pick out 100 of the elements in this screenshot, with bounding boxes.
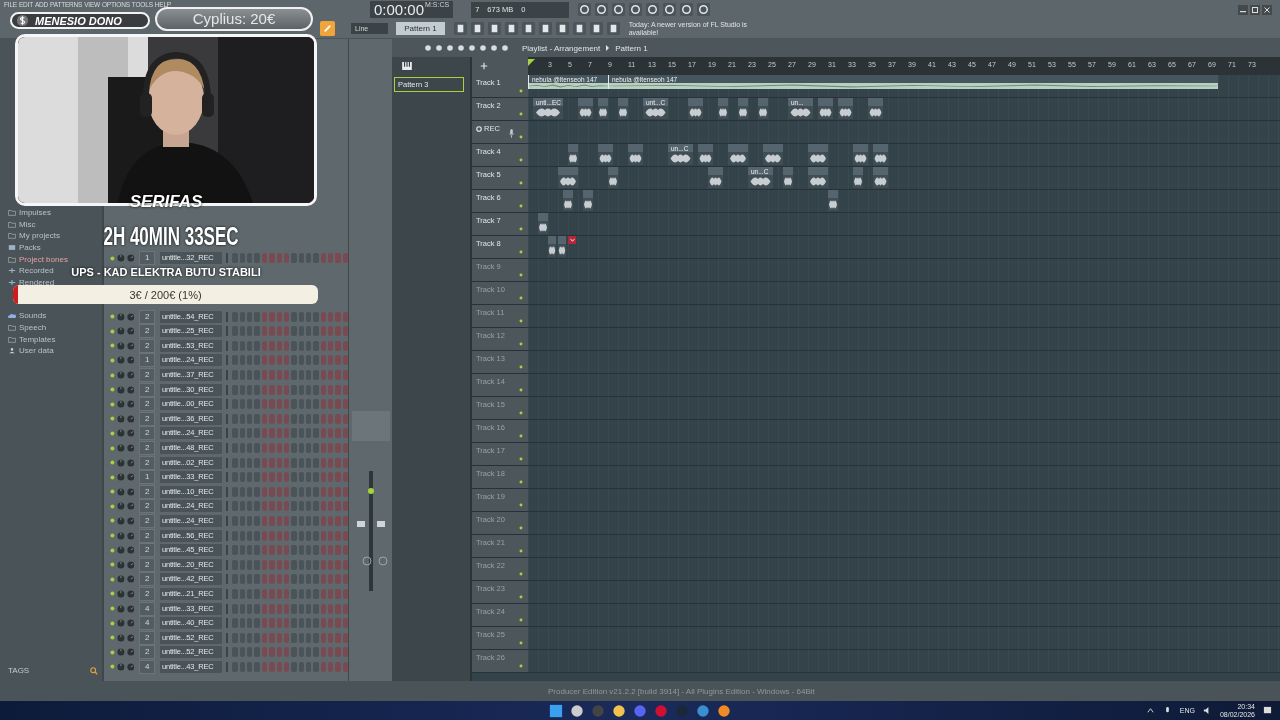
volume-knob[interactable]: [126, 400, 135, 409]
mixer-track-number[interactable]: 1: [139, 251, 156, 266]
track-led[interactable]: [519, 158, 523, 162]
pan-knob[interactable]: [116, 546, 125, 555]
channel-led[interactable]: [110, 445, 115, 451]
audio-clip[interactable]: [563, 190, 573, 211]
pan-knob[interactable]: [116, 356, 125, 365]
browser-item[interactable]: Speech: [19, 323, 47, 333]
channel-led[interactable]: [110, 664, 115, 670]
mixer-track-number[interactable]: 2: [139, 455, 156, 470]
audio-clip[interactable]: [808, 144, 828, 165]
channel-led[interactable]: [110, 401, 115, 407]
channel-led[interactable]: [110, 649, 115, 655]
track-led[interactable]: [519, 388, 523, 392]
browser-item[interactable]: Impulses: [19, 208, 51, 218]
volume-knob[interactable]: [126, 414, 135, 423]
volume-knob[interactable]: [126, 531, 135, 540]
channel-led[interactable]: [110, 357, 115, 363]
channel-led[interactable]: [110, 606, 115, 612]
mixer-track-number[interactable]: 2: [139, 309, 156, 324]
volume-knob[interactable]: [126, 371, 135, 380]
audio-clip[interactable]: [618, 98, 628, 119]
pan-knob[interactable]: [116, 371, 125, 380]
volume-knob[interactable]: [126, 487, 135, 496]
browser-item[interactable]: Misc: [19, 219, 36, 229]
pan-knob[interactable]: [116, 254, 125, 263]
pan-knob[interactable]: [116, 560, 125, 569]
pan-knob[interactable]: [116, 662, 125, 671]
volume-knob[interactable]: [126, 619, 135, 628]
audio-clip[interactable]: [853, 167, 863, 188]
browser-item[interactable]: Rendered: [19, 277, 55, 287]
volume-knob[interactable]: [126, 560, 135, 569]
track-led[interactable]: [519, 181, 523, 185]
tags-label[interactable]: TAGS: [8, 666, 30, 675]
audio-clip[interactable]: [708, 167, 723, 188]
close-button[interactable]: [1262, 4, 1272, 15]
channel-led[interactable]: [110, 460, 115, 466]
pan-knob[interactable]: [116, 531, 125, 540]
channel-led[interactable]: [110, 620, 115, 626]
volume-knob[interactable]: [126, 517, 135, 525]
volume-knob[interactable]: [126, 633, 135, 642]
pan-knob[interactable]: [116, 619, 125, 628]
channel-led[interactable]: [110, 343, 115, 349]
volume-knob[interactable]: [126, 429, 135, 438]
pan-knob[interactable]: [116, 502, 125, 511]
track-led[interactable]: [519, 296, 523, 300]
browser-item[interactable]: Sounds: [19, 311, 47, 321]
audio-clip[interactable]: [608, 167, 618, 188]
channel-led[interactable]: [110, 474, 115, 480]
audio-clip[interactable]: [873, 144, 888, 165]
mixer-track-number[interactable]: 2: [139, 441, 156, 455]
volume-knob[interactable]: [126, 458, 135, 467]
volume-knob[interactable]: [126, 604, 135, 613]
track-led[interactable]: [519, 641, 523, 645]
mixer-track-number[interactable]: 2: [139, 382, 156, 397]
restore-button[interactable]: [1250, 4, 1260, 15]
audio-clip[interactable]: [598, 144, 613, 165]
track-led[interactable]: [519, 503, 523, 507]
pan-knob[interactable]: [116, 341, 125, 350]
channel-led[interactable]: [110, 489, 115, 495]
pattern-selector[interactable]: Pattern 1: [396, 22, 445, 35]
audio-clip[interactable]: [688, 98, 703, 119]
pan-knob[interactable]: [116, 458, 125, 467]
pan-knob[interactable]: [116, 414, 125, 423]
volume-knob[interactable]: [126, 502, 135, 511]
mixer-track-number[interactable]: 2: [139, 528, 156, 543]
volume-knob[interactable]: [126, 648, 135, 657]
pan-knob[interactable]: [116, 575, 125, 584]
pan-knob[interactable]: [116, 517, 125, 525]
add-icon[interactable]: [480, 62, 488, 70]
audio-clip[interactable]: [808, 167, 828, 188]
audio-clip[interactable]: [698, 144, 713, 165]
audio-clip[interactable]: [583, 190, 593, 211]
pan-knob[interactable]: [116, 604, 125, 613]
track-led[interactable]: [519, 480, 523, 484]
mixer-track-number[interactable]: 2: [139, 499, 156, 514]
channel-led[interactable]: [110, 372, 115, 378]
channel-led[interactable]: [110, 328, 115, 334]
audio-clip[interactable]: [873, 167, 888, 188]
mixer-track-number[interactable]: 2: [139, 338, 156, 353]
pan-knob[interactable]: [116, 487, 125, 496]
track-led[interactable]: [519, 411, 523, 415]
channel-led[interactable]: [110, 547, 115, 553]
mixer-track-number[interactable]: 2: [139, 397, 156, 412]
mixer-track-number[interactable]: 2: [139, 514, 156, 528]
audio-clip[interactable]: [783, 167, 793, 188]
track-led[interactable]: [519, 664, 523, 668]
browser-item[interactable]: Project bones: [19, 254, 68, 264]
track-led[interactable]: [519, 319, 523, 323]
audio-clip[interactable]: [538, 213, 548, 234]
volume-knob[interactable]: [126, 312, 135, 321]
audio-clip[interactable]: [738, 98, 748, 119]
channel-led[interactable]: [110, 518, 115, 524]
start-icon[interactable]: [549, 703, 563, 718]
track-led[interactable]: [519, 434, 523, 438]
pattern-breadcrumb[interactable]: Pattern 1: [615, 43, 648, 53]
pan-knob[interactable]: [116, 473, 125, 482]
mixer-track-number[interactable]: 2: [139, 645, 156, 660]
mixer-track-number[interactable]: 2: [139, 324, 156, 339]
track-led[interactable]: [519, 526, 523, 530]
